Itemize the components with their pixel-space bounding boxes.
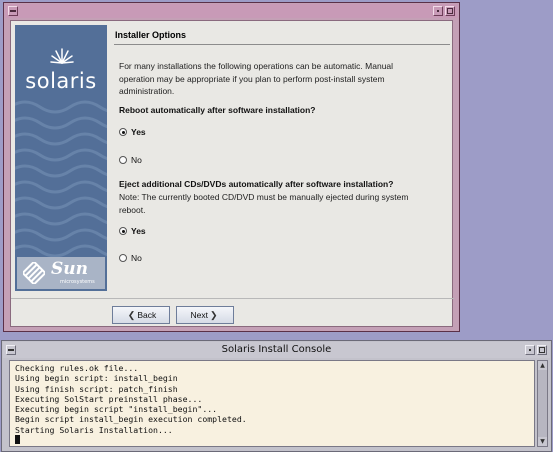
next-button[interactable]: Next ❯ xyxy=(176,306,234,324)
minimize-icon[interactable] xyxy=(433,6,443,16)
eject-yes-radio[interactable]: Yes xyxy=(119,225,146,237)
eject-note: Note: The currently booted CD/DVD must b… xyxy=(119,192,409,215)
reboot-question: Reboot automatically after software inst… xyxy=(119,105,316,115)
solaris-logo: solaris xyxy=(25,69,97,93)
next-button-label: Next xyxy=(190,310,208,320)
console-output[interactable]: Checking rules.ok file... Using begin scr… xyxy=(9,360,535,447)
radio-unselected-icon[interactable] xyxy=(119,254,127,262)
radio-label: No xyxy=(131,155,142,165)
chevron-right-icon: ❯ xyxy=(209,309,218,320)
radio-unselected-icon[interactable] xyxy=(119,156,127,164)
heading-divider xyxy=(114,44,450,45)
page-title: Installer Options xyxy=(115,30,187,40)
console-title: Solaris Install Console xyxy=(221,344,332,355)
radio-label: No xyxy=(131,253,142,263)
console-line: Begin script install_begin execution com… xyxy=(15,414,247,425)
sun-rays-icon xyxy=(50,48,74,64)
console-line: Starting Solaris Installation... xyxy=(15,424,173,435)
sun-logo-icon xyxy=(23,262,45,284)
sun-microsystems-logo: Sun microsystems xyxy=(17,257,105,289)
maximize-icon[interactable] xyxy=(445,6,455,16)
console-line: Executing begin script "install_begin"..… xyxy=(15,404,218,415)
console-line: Using finish script: patch_finish xyxy=(15,383,178,394)
radio-selected-icon[interactable] xyxy=(119,227,127,235)
back-button-label: Back xyxy=(137,310,157,320)
console-scrollbar[interactable]: ▲ ▼ xyxy=(537,360,548,447)
sun-logo-subtext: microsystems xyxy=(60,279,95,285)
scroll-up-icon[interactable]: ▲ xyxy=(538,361,547,370)
scroll-down-icon[interactable]: ▼ xyxy=(538,437,547,446)
console-line: Executing SolStart preinstall phase... xyxy=(15,393,203,404)
console-titlebar[interactable]: Solaris Install Console xyxy=(3,342,550,358)
eject-no-radio[interactable]: No xyxy=(119,252,142,264)
installer-panel: solaris Sun microsystems Installer Optio… xyxy=(10,20,454,327)
eject-question: Eject additional CDs/DVDs automatically … xyxy=(119,179,394,189)
installer-titlebar[interactable] xyxy=(5,4,458,18)
maximize-icon[interactable] xyxy=(537,345,547,355)
radio-label: Yes xyxy=(131,226,146,236)
back-button[interactable]: ❮ Back xyxy=(112,306,170,324)
text-cursor xyxy=(15,435,20,445)
minimize-icon[interactable] xyxy=(525,345,535,355)
reboot-no-radio[interactable]: No xyxy=(119,154,142,166)
console-cursor-line xyxy=(15,435,247,445)
console-line: Checking rules.ok file... xyxy=(15,363,139,373)
window-menu-icon[interactable] xyxy=(8,6,18,16)
sun-logo-text: Sun xyxy=(51,259,88,279)
reboot-yes-radio[interactable]: Yes xyxy=(119,126,146,138)
intro-text: For many installations the following ope… xyxy=(119,61,394,96)
console-text: Checking rules.ok file... Using begin scr… xyxy=(15,363,247,445)
radio-label: Yes xyxy=(131,127,146,137)
chevron-left-icon: ❮ xyxy=(127,309,136,320)
console-line: Using begin script: install_begin xyxy=(15,373,178,384)
solaris-banner: solaris Sun microsystems xyxy=(15,25,107,291)
button-bar-divider xyxy=(11,298,454,299)
options-content: Installer Options For many installations… xyxy=(114,21,450,297)
install-console-window: Solaris Install Console Checking rules.o… xyxy=(1,340,552,452)
radio-selected-icon[interactable] xyxy=(119,128,127,136)
installer-window: solaris Sun microsystems Installer Optio… xyxy=(3,2,460,332)
